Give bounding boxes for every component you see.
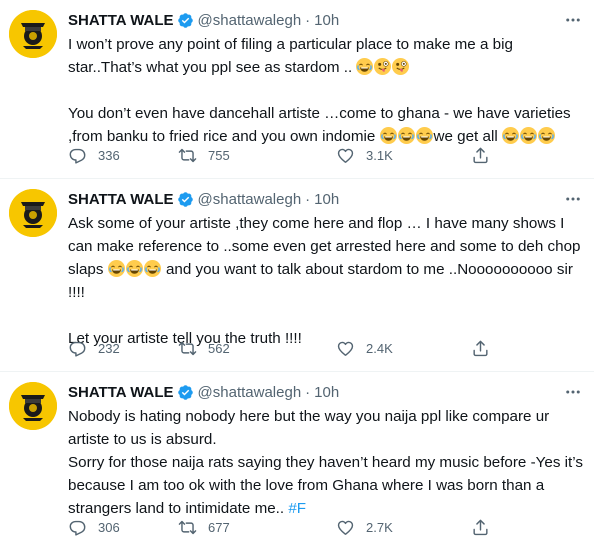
laughing-emoji-icon bbox=[143, 260, 161, 277]
winking-tongue-emoji-icon bbox=[374, 58, 392, 75]
more-icon[interactable] bbox=[564, 190, 582, 208]
tweet-text: Ask some of your artiste ,they come here… bbox=[68, 212, 584, 350]
tweet-text: I won’t prove any point of filing a part… bbox=[68, 33, 584, 148]
laughing-emoji-icon bbox=[356, 58, 374, 75]
tweet-content: SHATTA WALE @shattawalegh · 10h Nobody i… bbox=[68, 381, 584, 520]
tweet[interactable]: SHATTA WALE @shattawalegh · 10h Nobody i… bbox=[0, 372, 594, 552]
share-button[interactable] bbox=[471, 339, 490, 358]
like-icon bbox=[336, 518, 355, 537]
tweet[interactable]: SHATTA WALE @shattawalegh · 10h Ask some… bbox=[0, 179, 594, 372]
author-handle[interactable]: @shattawalegh bbox=[198, 384, 302, 401]
author-name[interactable]: SHATTA WALE bbox=[68, 12, 174, 29]
hashtag-link[interactable]: #F bbox=[288, 500, 306, 517]
tweet-time[interactable]: 10h bbox=[314, 191, 339, 208]
retweet-button[interactable]: 562 bbox=[178, 339, 230, 358]
tweet-actions: 336 755 3.1K bbox=[68, 144, 594, 166]
like-count: 2.4K bbox=[366, 340, 393, 356]
like-count: 2.7K bbox=[366, 519, 393, 535]
tweet-time[interactable]: 10h bbox=[314, 12, 339, 29]
separator-dot: · bbox=[305, 190, 311, 208]
winking-tongue-emoji-icon bbox=[392, 58, 410, 75]
tweet-text-part: Sorry for those naija rats saying they h… bbox=[68, 454, 583, 517]
share-icon bbox=[471, 146, 490, 165]
retweet-count: 755 bbox=[208, 147, 230, 163]
tweet-text-part: I won’t prove any point of filing a part… bbox=[68, 36, 513, 76]
reply-count: 306 bbox=[98, 519, 120, 535]
retweet-icon bbox=[178, 146, 197, 165]
laughing-emoji-icon bbox=[415, 127, 433, 144]
laughing-emoji-icon bbox=[519, 127, 537, 144]
tweet-time[interactable]: 10h bbox=[314, 384, 339, 401]
like-icon bbox=[336, 339, 355, 358]
like-icon bbox=[336, 146, 355, 165]
laughing-emoji-icon bbox=[397, 127, 415, 144]
share-icon bbox=[471, 339, 490, 358]
like-button[interactable]: 2.7K bbox=[336, 518, 393, 537]
tweet-content: SHATTA WALE @shattawalegh · 10h Ask some… bbox=[68, 188, 584, 350]
retweet-icon bbox=[178, 339, 197, 358]
retweet-count: 677 bbox=[208, 519, 230, 535]
like-button[interactable]: 2.4K bbox=[336, 339, 393, 358]
share-button[interactable] bbox=[471, 146, 490, 165]
verified-badge-icon bbox=[177, 12, 194, 29]
share-button[interactable] bbox=[471, 518, 490, 537]
verified-badge-icon bbox=[177, 191, 194, 208]
tweet-header: SHATTA WALE @shattawalegh · 10h bbox=[68, 381, 584, 403]
avatar[interactable] bbox=[9, 382, 57, 430]
tweet-actions: 232 562 2.4K bbox=[68, 337, 594, 359]
author-handle[interactable]: @shattawalegh bbox=[198, 12, 302, 29]
reply-icon bbox=[68, 339, 87, 358]
reply-button[interactable]: 232 bbox=[68, 339, 120, 358]
author-name[interactable]: SHATTA WALE bbox=[68, 191, 174, 208]
retweet-icon bbox=[178, 518, 197, 537]
author-handle[interactable]: @shattawalegh bbox=[198, 191, 302, 208]
author-name[interactable]: SHATTA WALE bbox=[68, 384, 174, 401]
retweet-button[interactable]: 755 bbox=[178, 146, 230, 165]
more-icon[interactable] bbox=[564, 11, 582, 29]
tweet-text: Nobody is hating nobody here but the way… bbox=[68, 405, 584, 520]
avatar[interactable] bbox=[9, 10, 57, 58]
tweet-header: SHATTA WALE @shattawalegh · 10h bbox=[68, 188, 584, 210]
laughing-emoji-icon bbox=[107, 260, 125, 277]
like-count: 3.1K bbox=[366, 147, 393, 163]
separator-dot: · bbox=[305, 11, 311, 29]
separator-dot: · bbox=[305, 383, 311, 401]
reply-icon bbox=[68, 518, 87, 537]
reply-button[interactable]: 306 bbox=[68, 518, 120, 537]
retweet-button[interactable]: 677 bbox=[178, 518, 230, 537]
tweet-text-part: Nobody is hating nobody here but the way… bbox=[68, 408, 550, 448]
more-icon[interactable] bbox=[564, 383, 582, 401]
reply-icon bbox=[68, 146, 87, 165]
laughing-emoji-icon bbox=[125, 260, 143, 277]
laughing-emoji-icon bbox=[501, 127, 519, 144]
tweet-content: SHATTA WALE @shattawalegh · 10h I won’t … bbox=[68, 9, 584, 148]
share-icon bbox=[471, 518, 490, 537]
tweet-header: SHATTA WALE @shattawalegh · 10h bbox=[68, 9, 584, 31]
retweet-count: 562 bbox=[208, 340, 230, 356]
tweet-text-part: we get all bbox=[433, 128, 498, 145]
laughing-emoji-icon bbox=[537, 127, 555, 144]
avatar-logo-icon bbox=[9, 189, 57, 237]
tweet[interactable]: SHATTA WALE @shattawalegh · 10h I won’t … bbox=[0, 0, 594, 179]
laughing-emoji-icon bbox=[379, 127, 397, 144]
reply-count: 232 bbox=[98, 340, 120, 356]
verified-badge-icon bbox=[177, 384, 194, 401]
reply-button[interactable]: 336 bbox=[68, 146, 120, 165]
avatar-logo-icon bbox=[9, 10, 57, 58]
tweet-actions: 306 677 2.7K bbox=[68, 516, 594, 538]
reply-count: 336 bbox=[98, 147, 120, 163]
avatar[interactable] bbox=[9, 189, 57, 237]
avatar-logo-icon bbox=[9, 382, 57, 430]
like-button[interactable]: 3.1K bbox=[336, 146, 393, 165]
